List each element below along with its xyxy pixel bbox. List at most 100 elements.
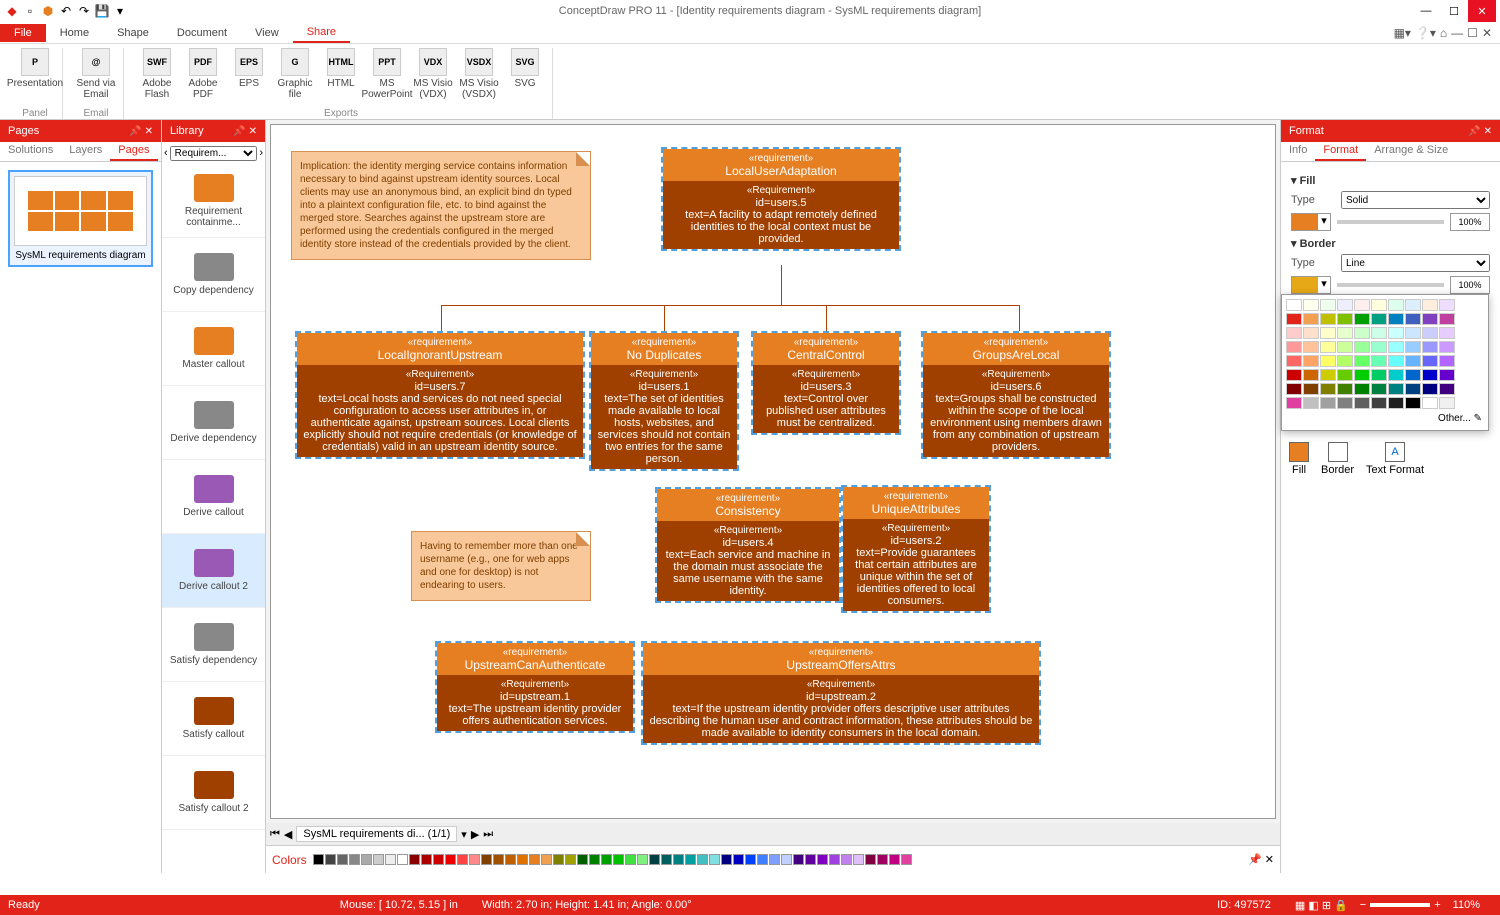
home-icon[interactable]: ⌂	[1440, 26, 1447, 40]
library-select[interactable]: Requirem...	[170, 146, 258, 161]
color-swatch[interactable]	[793, 854, 804, 865]
picker-color[interactable]	[1422, 369, 1438, 381]
picker-color[interactable]	[1354, 299, 1370, 311]
library-fwd-icon[interactable]: ›	[259, 147, 263, 159]
fill-type-select[interactable]: Solid	[1341, 191, 1490, 209]
diagram-canvas[interactable]: Implication: the identity merging servic…	[270, 124, 1276, 819]
library-item[interactable]: Requirement containme...	[162, 164, 265, 238]
picker-color[interactable]	[1320, 369, 1336, 381]
color-swatch[interactable]	[457, 854, 468, 865]
color-swatch[interactable]	[757, 854, 768, 865]
library-item[interactable]: Satisfy callout	[162, 682, 265, 756]
picker-color[interactable]	[1422, 397, 1438, 409]
ribbon-adobe-flash[interactable]: SWFAdobe Flash	[136, 48, 178, 100]
colors-pin-icon[interactable]: 📌 ✕	[1248, 853, 1274, 866]
color-swatch[interactable]	[553, 854, 564, 865]
picker-color[interactable]	[1439, 369, 1455, 381]
text-format-quick-button[interactable]: AText Format	[1366, 442, 1424, 476]
picker-color[interactable]	[1422, 299, 1438, 311]
library-item[interactable]: Master callout	[162, 312, 265, 386]
color-swatch[interactable]	[709, 854, 720, 865]
color-swatch[interactable]	[637, 854, 648, 865]
ribbon-graphic-file[interactable]: GGraphic file	[274, 48, 316, 100]
color-swatch[interactable]	[577, 854, 588, 865]
color-swatch[interactable]	[649, 854, 660, 865]
fill-color-button[interactable]: ▾	[1291, 213, 1331, 231]
library-item[interactable]: Satisfy dependency	[162, 608, 265, 682]
color-swatch[interactable]	[865, 854, 876, 865]
picker-color[interactable]	[1371, 383, 1387, 395]
requirement-block-b1[interactable]: «requirement»LocalIgnorantUpstream«Requi…	[295, 331, 585, 459]
picker-color[interactable]	[1337, 397, 1353, 409]
picker-color[interactable]	[1388, 299, 1404, 311]
requirement-block-root[interactable]: «requirement»LocalUserAdaptation«Require…	[661, 147, 901, 251]
color-swatch[interactable]	[397, 854, 408, 865]
color-swatch[interactable]	[841, 854, 852, 865]
border-color-button[interactable]: ▾	[1291, 276, 1331, 294]
picker-color[interactable]	[1286, 313, 1302, 325]
page-thumbnail[interactable]: SysML requirements diagram	[8, 170, 153, 267]
requirement-block-b3[interactable]: «requirement»CentralControl«Requirement»…	[751, 331, 901, 435]
picker-color[interactable]	[1439, 397, 1455, 409]
picker-color[interactable]	[1337, 299, 1353, 311]
tab-share[interactable]: Share	[293, 23, 350, 43]
picker-color[interactable]	[1337, 355, 1353, 367]
zoom-in-icon[interactable]: +	[1434, 899, 1440, 911]
format-tab-arrange[interactable]: Arrange & Size	[1366, 142, 1456, 161]
color-swatch[interactable]	[517, 854, 528, 865]
picker-color[interactable]	[1405, 327, 1421, 339]
mdi-min-icon[interactable]: —	[1451, 26, 1463, 40]
ribbon-send-via-email[interactable]: @Send via Email	[75, 48, 117, 100]
picker-color[interactable]	[1388, 355, 1404, 367]
picker-color[interactable]	[1320, 355, 1336, 367]
library-item[interactable]: Derive callout	[162, 460, 265, 534]
color-swatch[interactable]	[421, 854, 432, 865]
border-opacity[interactable]: 100%	[1450, 276, 1490, 294]
color-swatch[interactable]	[541, 854, 552, 865]
picker-color[interactable]	[1320, 397, 1336, 409]
color-swatch[interactable]	[661, 854, 672, 865]
color-swatch[interactable]	[697, 854, 708, 865]
picker-color[interactable]	[1422, 383, 1438, 395]
picker-color[interactable]	[1422, 313, 1438, 325]
picker-color[interactable]	[1320, 383, 1336, 395]
picker-color[interactable]	[1371, 313, 1387, 325]
pages-pin-icon[interactable]: 📌 ✕	[129, 126, 153, 137]
tab-view[interactable]: View	[241, 24, 293, 42]
picker-color[interactable]	[1405, 369, 1421, 381]
picker-color[interactable]	[1286, 299, 1302, 311]
color-swatch[interactable]	[325, 854, 336, 865]
picker-color[interactable]	[1405, 341, 1421, 353]
color-swatch[interactable]	[781, 854, 792, 865]
picker-color[interactable]	[1439, 313, 1455, 325]
sheet-dropdown-icon[interactable]: ▾	[461, 828, 467, 841]
picker-color[interactable]	[1354, 327, 1370, 339]
color-swatch[interactable]	[805, 854, 816, 865]
library-item[interactable]: Copy dependency	[162, 238, 265, 312]
close-button[interactable]: ✕	[1468, 0, 1496, 22]
border-type-select[interactable]: Line	[1341, 254, 1490, 272]
qat-redo-icon[interactable]: ↷	[76, 3, 92, 19]
ribbon-svg[interactable]: SVGSVG	[504, 48, 546, 100]
picker-color[interactable]	[1303, 341, 1319, 353]
picker-color[interactable]	[1286, 355, 1302, 367]
color-swatch[interactable]	[721, 854, 732, 865]
picker-color[interactable]	[1320, 299, 1336, 311]
ribbon-ms-visio-(vdx)[interactable]: VDXMS Visio (VDX)	[412, 48, 454, 100]
zoom-out-icon[interactable]: −	[1360, 899, 1366, 911]
ribbon-adobe-pdf[interactable]: PDFAdobe PDF	[182, 48, 224, 100]
color-swatch[interactable]	[733, 854, 744, 865]
library-pin-icon[interactable]: 📌 ✕	[233, 126, 257, 137]
color-swatch[interactable]	[385, 854, 396, 865]
picker-color[interactable]	[1320, 327, 1336, 339]
picker-color[interactable]	[1286, 397, 1302, 409]
library-item[interactable]: Derive callout 2	[162, 534, 265, 608]
tab-document[interactable]: Document	[163, 24, 241, 42]
color-swatch[interactable]	[889, 854, 900, 865]
border-section-header[interactable]: Border	[1291, 237, 1490, 250]
picker-color[interactable]	[1337, 369, 1353, 381]
requirement-block-b7[interactable]: «requirement»UpstreamCanAuthenticate«Req…	[435, 641, 635, 733]
color-swatch[interactable]	[469, 854, 480, 865]
qat-undo-icon[interactable]: ↶	[58, 3, 74, 19]
ribbon-ms-visio-(vsdx)[interactable]: VSDXMS Visio (VSDX)	[458, 48, 500, 100]
